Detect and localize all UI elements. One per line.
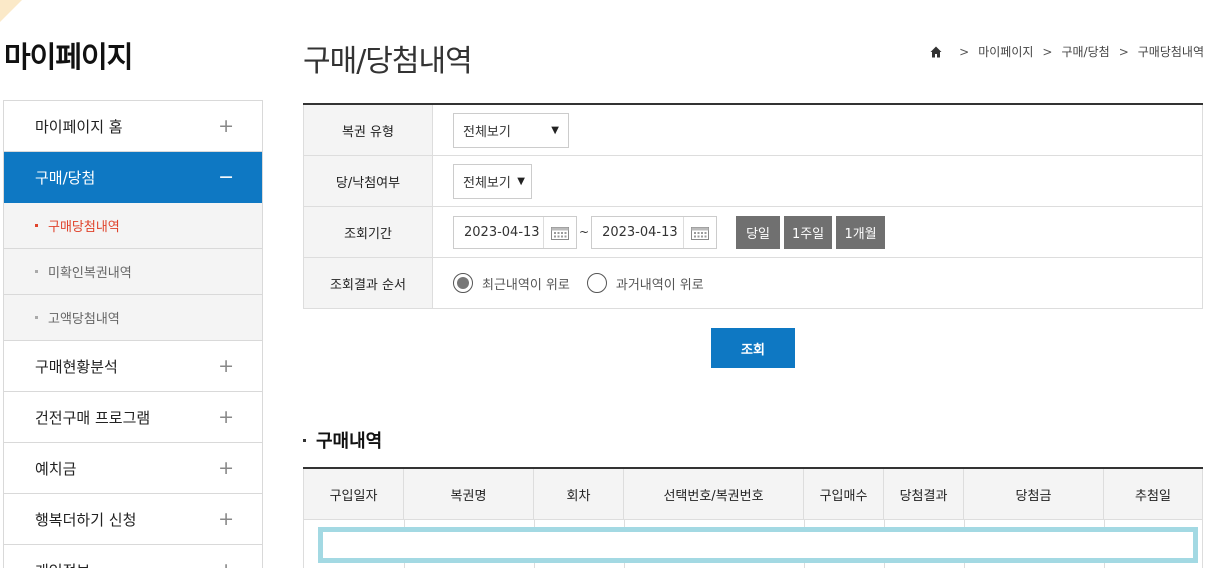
page-title: 구매/당첨내역 [303,44,473,79]
radio-unchecked-icon [586,273,607,293]
sidebar-item-label: 예치금 [35,459,77,478]
radio-checked-icon [453,273,473,293]
plus-icon: + [218,559,234,568]
search-filter-table: 복권 유형 전체보기 ▼ 당/낙첨여부 전체보기 ▼ 조회기간 2023-04-… [303,103,1203,309]
filter-label: 조회기간 [303,207,433,257]
filter-row-lottery-type: 복권 유형 전체보기 ▼ [303,105,1203,156]
win-status-select[interactable]: 전체보기 ▼ [453,163,532,199]
home-icon[interactable] [930,46,942,58]
period-week-button[interactable]: 1주일 [784,215,833,249]
sidebar-item-personal-info[interactable]: 개인정보 + [4,545,262,568]
column-header: 회차 [533,469,623,519]
start-date-field[interactable]: 2023-04-13 [453,215,577,249]
table-header: 구입일자 복권명 회차 선택번호/복권번호 구입매수 당첨결과 당첨금 추첨일 [303,469,1203,520]
sidebar-item-label: 건전구매 프로그램 [35,408,151,427]
sidebar-subitem-unconfirmed[interactable]: 미확인복권내역 [4,249,262,295]
empty-result-highlight [318,527,1198,563]
filter-label: 조회결과 순서 [303,258,433,308]
calendar-icon[interactable] [683,216,716,248]
search-button[interactable]: 조회 [711,328,795,368]
order-past-radio[interactable]: 과거내역이 위로 [586,273,704,293]
period-month-button[interactable]: 1개월 [836,215,886,249]
chevron-right-icon: > [1042,44,1053,59]
end-date-value: 2023-04-13 [602,224,678,240]
section-title: 구매내역 [303,427,382,453]
plus-icon: + [218,457,234,479]
period-today-button[interactable]: 당일 [736,215,781,249]
sidebar-item-mypage-home[interactable]: 마이페이지 홈 + [4,101,262,152]
sidebar-item-label: 개인정보 [35,560,90,568]
sidebar-subitem-purchase-history[interactable]: 구매당첨내역 [4,203,262,249]
filter-row-period: 조회기간 2023-04-13 ~ 2023-04-13 당일 1주일 1개월 [303,207,1203,258]
bullet-icon [303,438,306,442]
radio-label: 과거내역이 위로 [615,277,704,293]
purchase-table: 구입일자 복권명 회차 선택번호/복권번호 구입매수 당첨결과 당첨금 추첨일 [303,467,1203,568]
plus-icon: + [218,115,234,137]
sidebar-item-label: 마이페이지 홈 [35,117,123,136]
breadcrumb-item[interactable]: 구매당첨내역 [1138,43,1204,60]
sidebar-item-deposit[interactable]: 예치금 + [4,443,262,494]
caret-down-icon: ▼ [551,124,559,136]
plus-icon: + [218,406,234,428]
sidebar-item-purchase-analysis[interactable]: 구매현황분석 + [4,341,262,392]
breadcrumb-item[interactable]: 마이페이지 [978,43,1033,60]
breadcrumb: > 마이페이지 > 구매/당첨 > 구매당첨내역 [930,43,1204,60]
section-title-text: 구매내역 [316,431,383,452]
filter-label: 당/낙첨여부 [303,156,433,206]
column-header: 구입일자 [303,469,403,519]
end-date-field[interactable]: 2023-04-13 [591,215,718,249]
chevron-right-icon: > [1118,44,1129,59]
sidebar-item-healthy-program[interactable]: 건전구매 프로그램 + [4,392,262,443]
sidebar-menu: 마이페이지 홈 + 구매/당첨 − 구매당첨내역 미확인복권내역 고액당첨내역 … [3,100,263,568]
sidebar-subitem-high-win[interactable]: 고액당첨내역 [4,295,262,341]
sidebar-item-happiness-apply[interactable]: 행복더하기 신청 + [4,494,262,545]
column-header: 당첨금 [963,469,1103,519]
filter-cell: 2023-04-13 ~ 2023-04-13 당일 1주일 1개월 [433,207,1203,257]
column-header: 구입매수 [803,469,883,519]
plus-icon: + [218,355,234,377]
calendar-icon[interactable] [543,216,576,248]
start-date-value: 2023-04-13 [464,224,540,240]
sidebar-title: 마이페이지 [4,40,133,74]
select-value: 전체보기 [463,124,511,140]
column-header: 선택번호/복권번호 [623,469,803,519]
table-body [303,520,1203,568]
filter-cell: 최근내역이 위로 과거내역이 위로 [433,258,1203,308]
select-value: 전체보기 [463,175,511,191]
column-header: 복권명 [403,469,533,519]
column-header: 추첨일 [1103,469,1203,519]
sidebar-subitem-label: 고액당첨내역 [48,312,120,327]
date-range-separator: ~ [579,225,590,239]
sidebar-subitem-label: 미확인복권내역 [48,266,132,281]
filter-row-order: 조회결과 순서 최근내역이 위로 과거내역이 위로 [303,258,1203,309]
minus-icon: − [218,166,234,188]
breadcrumb-item[interactable]: 구매/당첨 [1061,43,1109,60]
filter-cell: 전체보기 ▼ [433,105,1203,155]
sidebar-item-purchase-win[interactable]: 구매/당첨 − [4,152,262,203]
sidebar-item-label: 구매현황분석 [35,357,118,376]
chevron-right-icon: > [959,44,970,59]
order-recent-radio[interactable]: 최근내역이 위로 [453,273,570,293]
column-header: 당첨결과 [883,469,963,519]
bullet-icon [35,270,38,273]
filter-cell: 전체보기 ▼ [433,156,1203,206]
filter-row-win-status: 당/낙첨여부 전체보기 ▼ [303,156,1203,207]
sidebar-subitem-label: 구매당첨내역 [48,220,120,235]
caret-down-icon: ▼ [517,175,525,187]
bullet-icon [35,224,38,227]
plus-icon: + [218,508,234,530]
sidebar-item-label: 행복더하기 신청 [35,510,137,529]
filter-label: 복권 유형 [303,105,433,155]
lottery-type-select[interactable]: 전체보기 ▼ [453,112,569,148]
radio-label: 최근내역이 위로 [482,277,570,293]
corner-decoration [0,0,22,22]
sidebar-item-label: 구매/당첨 [35,168,96,187]
bullet-icon [35,316,38,319]
